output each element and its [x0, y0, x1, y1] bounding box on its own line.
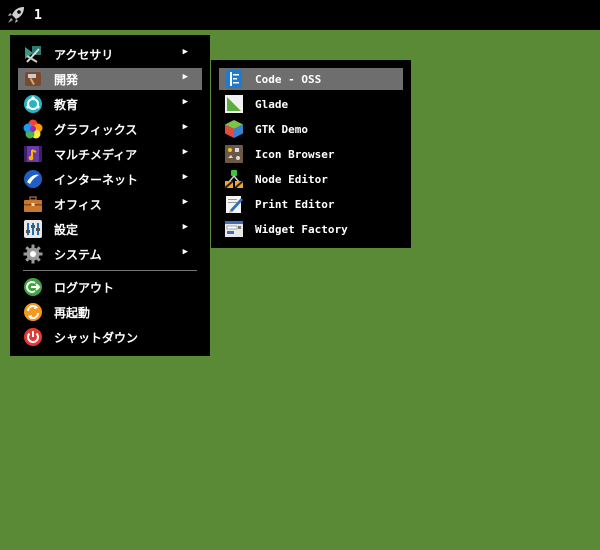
- icon-browser-icon: [224, 144, 244, 164]
- workspace-number[interactable]: 1: [34, 8, 42, 23]
- menu-item-label: ログアウト: [54, 280, 115, 295]
- menu-item-label: マルチメディア: [54, 147, 138, 162]
- node-editor-icon: [224, 169, 244, 189]
- submenu-arrow-icon: ▶: [182, 72, 188, 82]
- menu-item-label: 開発: [54, 72, 79, 87]
- menu-item-label: 設定: [54, 222, 79, 237]
- menu-item-internet[interactable]: インターネット ▶: [18, 168, 202, 190]
- submenu-item-label: Widget Factory: [255, 222, 348, 236]
- submenu-item-icon-browser[interactable]: Icon Browser: [219, 143, 403, 165]
- gtk-demo-icon: [224, 119, 244, 139]
- menu-item-education[interactable]: 教育 ▶: [18, 93, 202, 115]
- submenu-item-gtk-demo[interactable]: GTK Demo: [219, 118, 403, 140]
- submenu-arrow-icon: ▶: [182, 222, 188, 232]
- submenu-item-label: Node Editor: [255, 172, 328, 186]
- menu-item-label: オフィス: [54, 197, 102, 212]
- development-submenu: Code - OSS Glade GTK Demo Icon Browser N…: [211, 60, 411, 248]
- submenu-item-print-editor[interactable]: Print Editor: [219, 193, 403, 215]
- menu-item-office[interactable]: オフィス ▶: [18, 193, 202, 215]
- logout-icon: [23, 277, 43, 297]
- graphics-icon: [23, 119, 43, 139]
- submenu-item-label: Icon Browser: [255, 147, 335, 161]
- submenu-item-widget-factory[interactable]: Widget Factory: [219, 218, 403, 240]
- application-menu: アクセサリ ▶ 開発 ▶ 教育 ▶ グラフィックス ▶ マルチメディア ▶ イン…: [10, 35, 210, 356]
- menu-item-multimedia[interactable]: マルチメディア ▶: [18, 143, 202, 165]
- submenu-item-glade[interactable]: Glade: [219, 93, 403, 115]
- submenu-arrow-icon: ▶: [182, 197, 188, 207]
- menu-item-restart[interactable]: 再起動: [18, 301, 202, 323]
- accessories-icon: [23, 44, 43, 64]
- submenu-arrow-icon: ▶: [182, 147, 188, 157]
- education-icon: [23, 94, 43, 114]
- submenu-arrow-icon: ▶: [182, 97, 188, 107]
- settings-icon: [23, 219, 43, 239]
- menu-item-label: システム: [54, 247, 102, 262]
- submenu-arrow-icon: ▶: [182, 247, 188, 257]
- menu-item-label: 再起動: [54, 305, 91, 320]
- menu-separator: [23, 270, 197, 271]
- menu-item-logout[interactable]: ログアウト: [18, 276, 202, 298]
- menu-item-settings[interactable]: 設定 ▶: [18, 218, 202, 240]
- submenu-item-code-oss[interactable]: Code - OSS: [219, 68, 403, 90]
- menu-item-accessories[interactable]: アクセサリ ▶: [18, 43, 202, 65]
- menu-item-graphics[interactable]: グラフィックス ▶: [18, 118, 202, 140]
- print-editor-icon: [224, 194, 244, 214]
- submenu-arrow-icon: ▶: [182, 172, 188, 182]
- system-gear-icon: [23, 244, 43, 264]
- menu-item-label: アクセサリ: [54, 47, 114, 62]
- menu-item-development[interactable]: 開発 ▶: [18, 68, 202, 90]
- internet-icon: [23, 169, 43, 189]
- menu-item-label: インターネット: [54, 172, 139, 187]
- submenu-arrow-icon: ▶: [182, 122, 188, 132]
- shutdown-icon: [23, 327, 43, 347]
- submenu-item-label: Code - OSS: [255, 72, 322, 86]
- code-oss-icon: [224, 69, 244, 89]
- menu-item-label: 教育: [54, 97, 79, 112]
- menu-item-shutdown[interactable]: シャットダウン: [18, 326, 202, 348]
- development-hammer-icon: [23, 69, 43, 89]
- submenu-item-node-editor[interactable]: Node Editor: [219, 168, 403, 190]
- rocket-icon[interactable]: [5, 4, 27, 26]
- menu-item-label: グラフィックス: [54, 122, 138, 137]
- glade-icon: [224, 94, 244, 114]
- submenu-item-label: Glade: [255, 97, 289, 111]
- submenu-item-label: GTK Demo: [255, 122, 308, 136]
- menu-item-label: シャットダウン: [54, 330, 139, 345]
- restart-icon: [23, 302, 43, 322]
- multimedia-icon: [23, 144, 43, 164]
- submenu-arrow-icon: ▶: [182, 47, 188, 57]
- submenu-item-label: Print Editor: [255, 197, 335, 211]
- menu-item-system[interactable]: システム ▶: [18, 243, 202, 265]
- widget-factory-icon: [224, 219, 244, 239]
- office-briefcase-icon: [23, 194, 43, 214]
- top-panel: 1: [0, 0, 600, 30]
